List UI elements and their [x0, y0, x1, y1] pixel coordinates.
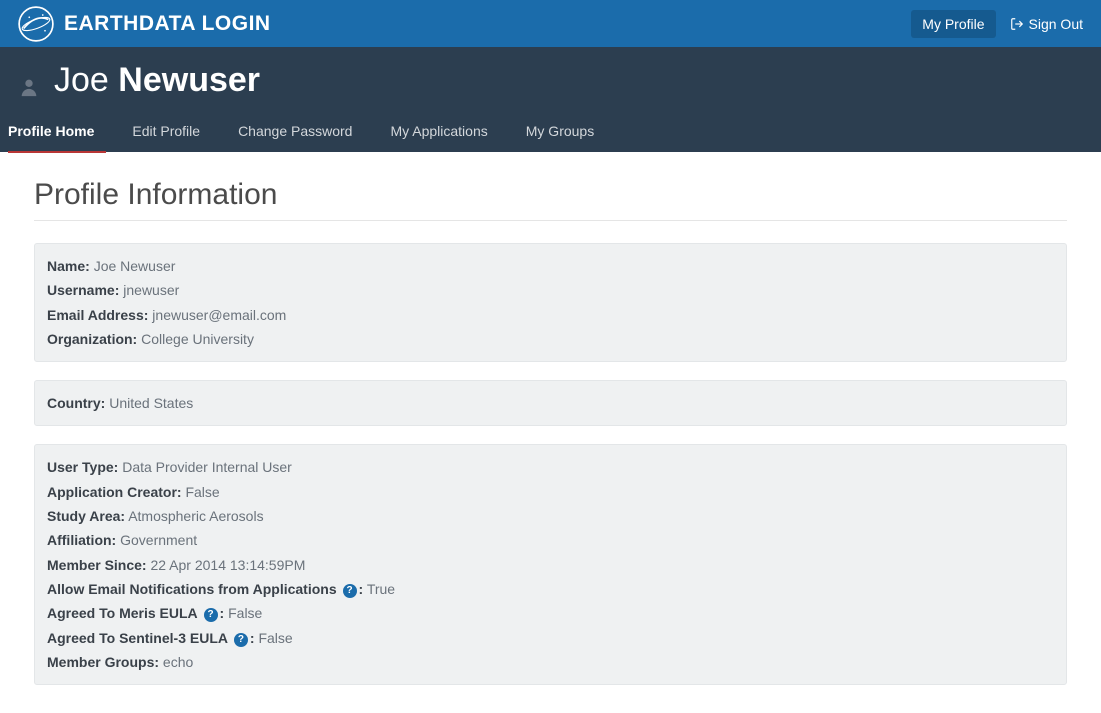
field-label-username: Username: [47, 282, 119, 298]
field-label-member-groups: Member Groups: [47, 654, 159, 670]
tab-change-password[interactable]: Change Password [226, 110, 364, 152]
field-label-email: Email Address: [47, 307, 148, 323]
header-actions: My Profile Sign Out [911, 10, 1083, 38]
field-value-username: jnewuser [123, 282, 179, 298]
nasa-logo-icon [18, 6, 54, 42]
panel-country: Country: United States [34, 380, 1067, 426]
field-value-allow-email: True [367, 581, 395, 597]
field-user-type: User Type: Data Provider Internal User [47, 455, 1054, 479]
my-profile-button[interactable]: My Profile [911, 10, 995, 38]
field-label-allow-email-post: : [359, 581, 364, 597]
field-study-area: Study Area: Atmospheric Aerosols [47, 504, 1054, 528]
page-title: Profile Information [34, 178, 1067, 221]
field-name: Name: Joe Newuser [47, 254, 1054, 278]
field-organization: Organization: College University [47, 327, 1054, 351]
sign-out-icon [1010, 17, 1024, 31]
field-app-creator: Application Creator: False [47, 480, 1054, 504]
field-member-groups: Member Groups: echo [47, 650, 1054, 674]
panel-details: User Type: Data Provider Internal User A… [34, 444, 1067, 685]
field-value-meris: False [228, 605, 262, 621]
field-value-affiliation: Government [120, 532, 197, 548]
field-label-organization: Organization: [47, 331, 137, 347]
help-icon[interactable]: ? [204, 608, 218, 622]
field-label-member-since: Member Since: [47, 557, 147, 573]
brand-title: EARTHDATA LOGIN [64, 12, 271, 36]
field-value-email: jnewuser@email.com [152, 307, 286, 323]
field-label-user-type: User Type: [47, 459, 118, 475]
field-meris-eula: Agreed To Meris EULA ?: False [47, 601, 1054, 625]
brand: EARTHDATA LOGIN [18, 6, 271, 42]
field-value-name: Joe Newuser [94, 258, 176, 274]
field-value-member-since: 22 Apr 2014 13:14:59PM [150, 557, 305, 573]
field-allow-email: Allow Email Notifications from Applicati… [47, 577, 1054, 601]
field-email: Email Address: jnewuser@email.com [47, 303, 1054, 327]
field-affiliation: Affiliation: Government [47, 528, 1054, 552]
field-value-country: United States [109, 395, 193, 411]
field-value-member-groups: echo [163, 654, 193, 670]
field-value-user-type: Data Provider Internal User [122, 459, 292, 475]
help-icon[interactable]: ? [234, 633, 248, 647]
content: Profile Information Name: Joe Newuser Us… [0, 152, 1101, 713]
field-label-meris-pre: Agreed To Meris EULA [47, 605, 198, 621]
field-label-meris-post: : [220, 605, 225, 621]
user-heading-row: Joe Newuser [0, 61, 1101, 110]
field-label-country: Country: [47, 395, 105, 411]
tab-edit-profile[interactable]: Edit Profile [120, 110, 212, 152]
field-label-app-creator: Application Creator: [47, 484, 182, 500]
field-country: Country: United States [47, 391, 1054, 415]
tab-profile-home[interactable]: Profile Home [8, 110, 106, 152]
tab-my-groups[interactable]: My Groups [514, 110, 606, 152]
field-value-organization: College University [141, 331, 254, 347]
user-first-name: Joe [54, 61, 109, 99]
field-member-since: Member Since: 22 Apr 2014 13:14:59PM [47, 553, 1054, 577]
user-icon [18, 76, 40, 98]
user-last-name: Newuser [118, 61, 260, 99]
field-value-study-area: Atmospheric Aerosols [128, 508, 263, 524]
field-label-affiliation: Affiliation: [47, 532, 116, 548]
sign-out-label: Sign Out [1029, 16, 1083, 32]
top-header: EARTHDATA LOGIN My Profile Sign Out [0, 0, 1101, 47]
sign-out-button[interactable]: Sign Out [1010, 16, 1083, 32]
panel-basic-info: Name: Joe Newuser Username: jnewuser Ema… [34, 243, 1067, 362]
sub-header: Joe Newuser Profile Home Edit Profile Ch… [0, 47, 1101, 152]
user-name-heading: Joe Newuser [54, 61, 260, 100]
profile-tabs: Profile Home Edit Profile Change Passwor… [0, 110, 1101, 152]
field-label-study-area: Study Area: [47, 508, 125, 524]
tab-my-applications[interactable]: My Applications [378, 110, 499, 152]
field-username: Username: jnewuser [47, 278, 1054, 302]
help-icon[interactable]: ? [343, 584, 357, 598]
field-value-app-creator: False [185, 484, 219, 500]
field-label-allow-email-pre: Allow Email Notifications from Applicati… [47, 581, 337, 597]
field-label-name: Name: [47, 258, 90, 274]
